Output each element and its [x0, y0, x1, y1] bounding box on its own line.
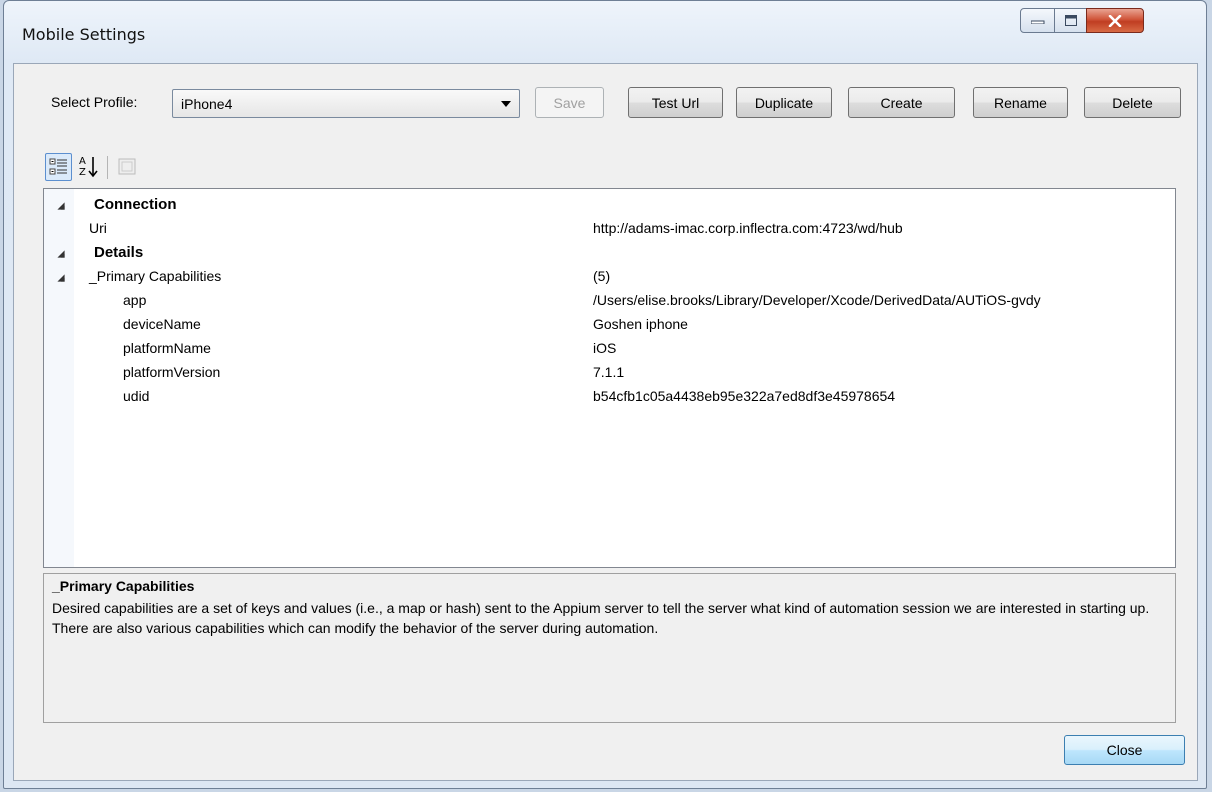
rename-button[interactable]: Rename — [973, 87, 1068, 118]
profile-select-value: iPhone4 — [181, 96, 233, 112]
property-name: platformName — [123, 340, 211, 356]
property-pages-icon[interactable] — [114, 153, 141, 181]
window-title: Mobile Settings — [22, 25, 146, 44]
property-value[interactable]: (5) — [593, 268, 610, 284]
grid-property-row[interactable]: platformVersion 7.1.1 — [44, 361, 1175, 385]
create-button[interactable]: Create — [848, 87, 955, 118]
categorized-icon[interactable] — [45, 153, 72, 181]
property-value[interactable]: 7.1.1 — [593, 364, 624, 380]
grid-property-row[interactable]: udid b54cfb1c05a4438eb95e322a7ed8df3e4597… — [44, 385, 1175, 409]
grid-category-row[interactable]: Connection — [44, 193, 1175, 217]
chevron-down-icon — [501, 101, 511, 107]
close-button[interactable]: Close — [1064, 735, 1185, 765]
property-value[interactable]: b54cfb1c05a4438eb95e322a7ed8df3e45978654 — [593, 388, 895, 404]
toolbar-separator — [107, 156, 108, 179]
grid-category-row[interactable]: Details — [44, 241, 1175, 265]
alphabetical-sort-icon[interactable]: A Z — [76, 153, 103, 181]
grid-property-row[interactable]: platformName iOS — [44, 337, 1175, 361]
property-name: udid — [123, 388, 150, 404]
grid-property-row[interactable]: deviceName Goshen iphone — [44, 313, 1175, 337]
description-text: Desired capabilities are a set of keys a… — [52, 600, 1150, 636]
description-title: _Primary Capabilities — [52, 578, 195, 594]
property-grid[interactable]: Connection Uri http://adams-imac.corp.infl… — [43, 188, 1176, 568]
grid-property-row[interactable]: app/Users/elise.brooks/Library/Developer… — [44, 289, 1175, 313]
duplicate-button[interactable]: Duplicate — [736, 87, 832, 118]
description-panel: _Primary Capabilities Desired capabiliti… — [43, 573, 1176, 723]
property-grid-toolbar: A Z — [45, 153, 245, 183]
save-button[interactable]: Save — [535, 87, 604, 118]
property-value[interactable]: iOS — [593, 340, 616, 356]
grid-property-row[interactable]: Uri http://adams-imac.corp.inflectra.com:… — [44, 217, 1175, 241]
mobile-settings-window: Mobile Settings Select Profile: iPhone4 … — [3, 0, 1207, 789]
collapse-arrow-icon[interactable] — [57, 250, 65, 258]
property-name: Connection — [94, 196, 177, 213]
collapse-arrow-icon[interactable] — [57, 274, 65, 282]
maximize-icon — [1064, 15, 1077, 26]
collapse-arrow-icon[interactable] — [57, 202, 65, 210]
maximize-button[interactable] — [1054, 8, 1087, 33]
property-name: _Primary Capabilities — [89, 268, 222, 284]
grid-property-row[interactable]: _Primary Capabilities (5) — [44, 265, 1175, 289]
dialog-client-area: Select Profile: iPhone4 Save Test Url Du… — [13, 63, 1198, 781]
property-value[interactable]: http://adams-imac.corp.inflectra.com:472… — [593, 220, 903, 236]
title-bar[interactable]: Mobile Settings — [4, 1, 1206, 63]
profile-select[interactable]: iPhone4 — [172, 89, 520, 118]
property-name: deviceName — [123, 316, 201, 332]
property-name: platformVersion — [123, 364, 221, 380]
property-name: Details — [94, 244, 144, 261]
test-url-button[interactable]: Test Url — [628, 87, 723, 118]
select-profile-label: Select Profile: — [51, 94, 138, 110]
svg-text:Z: Z — [79, 167, 86, 178]
svg-text:A: A — [79, 156, 86, 167]
property-value[interactable]: /Users/elise.brooks/Library/Developer/Xc… — [593, 292, 1041, 308]
delete-button[interactable]: Delete — [1084, 87, 1181, 118]
minimize-icon — [1030, 20, 1044, 24]
property-name: Uri — [89, 220, 107, 236]
window-close-button[interactable] — [1086, 8, 1144, 33]
minimize-button[interactable] — [1020, 8, 1055, 33]
property-name: app — [123, 292, 147, 308]
close-icon — [1108, 14, 1122, 27]
property-value[interactable]: Goshen iphone — [593, 316, 688, 332]
